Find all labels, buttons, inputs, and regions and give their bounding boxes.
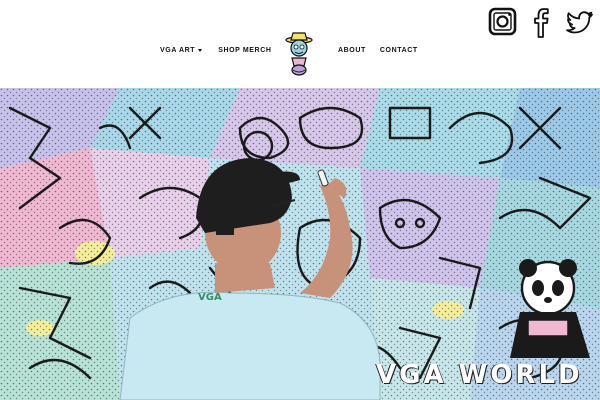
nav-about[interactable]: ABOUT	[338, 47, 366, 54]
nav-shop-merch[interactable]: SHOP MERCH	[218, 47, 271, 54]
shirt-logo-text: VGA	[198, 292, 222, 303]
twitter-icon[interactable]	[564, 6, 594, 38]
instagram-icon[interactable]	[488, 6, 518, 38]
facebook-icon[interactable]	[526, 6, 556, 38]
nav-vga-art-label: VGA ART	[160, 47, 196, 54]
nav-right: ABOUT CONTACT	[338, 47, 418, 54]
nav-left: VGA ART SHOP MERCH	[160, 47, 272, 54]
mural-image: VGA	[0, 88, 600, 400]
site-header: VGA ART SHOP MERCH ABOUT CONTACT	[0, 0, 600, 88]
chevron-down-icon	[198, 48, 203, 52]
nav-vga-art[interactable]: VGA ART	[160, 47, 203, 54]
nav-contact[interactable]: CONTACT	[380, 47, 418, 54]
site-logo[interactable]	[281, 30, 317, 78]
hero-title: VGA WORLD	[376, 360, 583, 390]
hero-banner: VGA VGA WORLD	[0, 88, 600, 400]
social-links	[488, 6, 594, 38]
